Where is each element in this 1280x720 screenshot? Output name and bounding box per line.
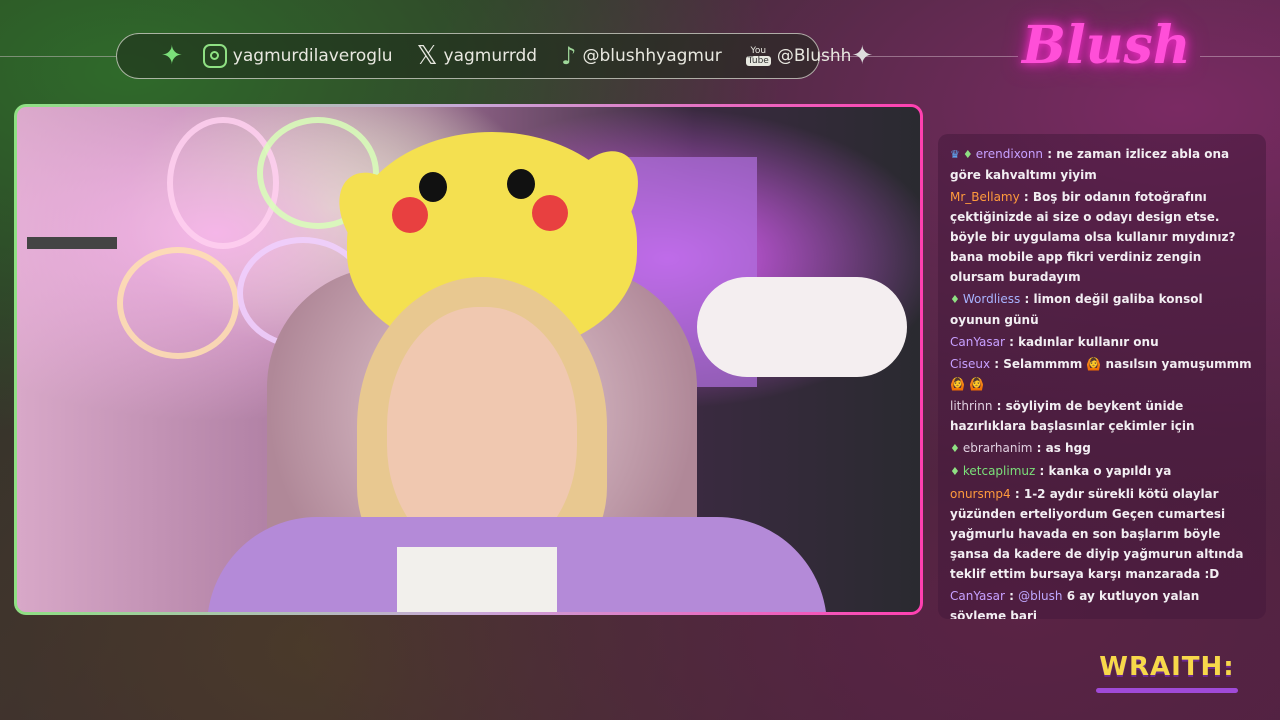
chat-message: lithrinn : söyliyim de beykent ünide haz…: [950, 396, 1254, 436]
pikachu-cheek: [532, 195, 568, 231]
chat-message: onursmp4 : 1-2 aydır sürekli kötü olayla…: [950, 484, 1254, 584]
chat-username[interactable]: CanYasar: [950, 589, 1005, 603]
white-shirt: [397, 547, 557, 612]
x-handle: yagmurrdd: [443, 46, 538, 66]
chat-message-text: kadınlar kullanır onu: [1018, 335, 1159, 349]
blush-logo: Blush: [1022, 15, 1191, 76]
chat-username[interactable]: Wordliess: [963, 292, 1020, 306]
chat-message: Mr_Bellamy : Boş bir odanın fotoğrafını …: [950, 187, 1254, 287]
tiktok-handle: @blushhyagmur: [582, 46, 722, 66]
header-line-left: [0, 56, 116, 57]
youtube-icon: You Tube: [745, 46, 771, 66]
instagram-icon: [202, 44, 227, 68]
chat-mention: @blush: [1018, 589, 1063, 603]
chat-username[interactable]: onursmp4: [950, 487, 1011, 501]
subscriber-badge-icon: ♦: [950, 442, 960, 455]
x-icon: 𝕏: [416, 41, 438, 71]
chat-separator: :: [992, 399, 1006, 413]
chat-username[interactable]: ebrarhanim: [963, 441, 1033, 455]
chat-message-text: Boş bir odanın fotoğrafını çektiğinizde …: [950, 190, 1236, 284]
chat-separator: :: [990, 357, 1004, 371]
chat-panel: ♛ ♦ erendixonn : ne zaman izlicez abla ona…: [938, 134, 1266, 619]
youtube-handle: @Blushh: [776, 46, 852, 66]
chat-message: CanYasar : @blush 6 ay kutluyon yalan sö…: [950, 586, 1254, 619]
chat-separator: :: [1004, 589, 1019, 603]
youtube-icon-top: You: [750, 46, 767, 56]
chat-message: Ciseux : Selammmm 🙆 nasılsın yamuşummm 🙆…: [950, 354, 1254, 394]
chat-message-text: kanka o yapıldı ya: [1048, 464, 1172, 478]
unicorn-plush: [697, 277, 907, 377]
chat-separator: :: [1010, 487, 1024, 501]
sparkle-icon: ✦: [851, 41, 874, 71]
pikachu-eye: [419, 172, 447, 202]
chat-message: ♛ ♦ erendixonn : ne zaman izlicez abla ona…: [950, 144, 1254, 185]
subscriber-badge-icon: ♦: [950, 465, 960, 478]
tiktok-link: ♪ @blushhyagmur: [561, 42, 722, 70]
social-links-bar: ✦ yagmurdilaveroglu 𝕏 yagmurrdd ♪ @blush…: [116, 33, 873, 79]
webcam-feed: [17, 107, 920, 612]
tiktok-icon: ♪: [561, 42, 577, 70]
instagram-link: yagmurdilaveroglu: [202, 44, 393, 68]
prime-badge-icon: ♛: [950, 148, 960, 161]
chat-separator: :: [1019, 190, 1033, 204]
mic-arm: [27, 237, 117, 249]
pikachu-cheek: [392, 197, 428, 233]
chat-username[interactable]: lithrinn: [950, 399, 992, 413]
chat-message: ♦ ketcaplimuz : kanka o yapıldı ya: [950, 461, 1254, 482]
chat-username[interactable]: erendixonn: [976, 147, 1043, 161]
webcam-frame: [14, 104, 923, 615]
chat-separator: :: [1020, 292, 1034, 306]
chat-separator: :: [1035, 464, 1049, 478]
chat-username[interactable]: ketcaplimuz: [963, 464, 1035, 478]
pikachu-eye: [507, 169, 535, 199]
subscriber-badge-icon: ♦: [962, 148, 973, 161]
neon-smiley-sign: [117, 247, 239, 359]
youtube-icon-bottom: Tube: [745, 56, 771, 66]
instagram-handle: yagmurdilaveroglu: [232, 46, 393, 66]
subscriber-badge-icon: ♦: [950, 293, 960, 306]
chat-message: ♦ ebrarhanim : as hgg: [950, 438, 1254, 459]
chat-message: CanYasar : kadınlar kullanır onu: [950, 332, 1254, 352]
header-line-right: [1200, 56, 1280, 57]
chat-message-text: as hgg: [1045, 441, 1091, 455]
chat-separator: :: [1032, 441, 1046, 455]
wraith-logo-underline: [1096, 688, 1238, 693]
chat-separator: :: [1004, 335, 1019, 349]
chat-separator: :: [1043, 147, 1057, 161]
sparkle-icon: ✦: [161, 41, 183, 71]
chat-username[interactable]: CanYasar: [950, 335, 1005, 349]
chat-message-text: 1-2 aydır sürekli kötü olaylar yüzünden …: [950, 487, 1244, 581]
x-link: 𝕏 yagmurrdd: [417, 41, 538, 71]
chat-message: ♦ Wordliess : limon değil galiba konsol o…: [950, 289, 1254, 330]
youtube-link: You Tube @Blushh: [745, 46, 852, 66]
chat-username[interactable]: Ciseux: [950, 357, 990, 371]
chat-username[interactable]: Mr_Bellamy: [950, 190, 1020, 204]
